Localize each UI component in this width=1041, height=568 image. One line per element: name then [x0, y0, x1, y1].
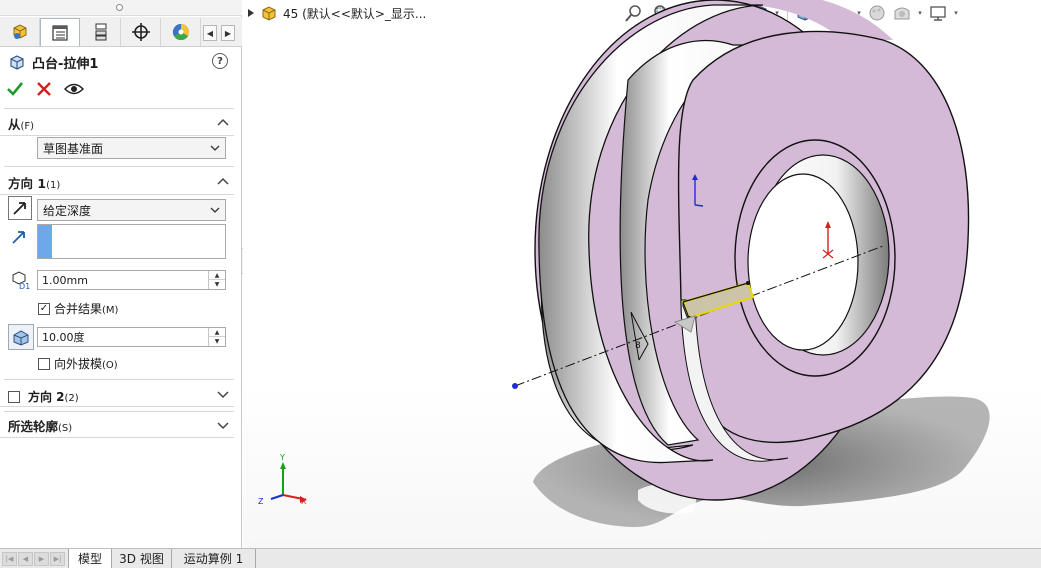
model-canvas[interactable]: 8 Y X Z — [243, 0, 1041, 548]
merge-result-checkbox[interactable]: ✓ 合并结果(M) — [38, 300, 118, 317]
reverse-direction-icon — [13, 202, 26, 215]
svg-text:8: 8 — [635, 341, 641, 351]
svg-text:D1: D1 — [19, 282, 30, 290]
end-condition-select[interactable]: 给定深度 — [37, 199, 226, 221]
chevron-down-icon — [210, 207, 220, 213]
property-manager-tab[interactable] — [40, 18, 80, 46]
triad-y-label: Y — [279, 453, 285, 462]
selected-contours-section-header[interactable]: 所选轮廓(S) — [0, 414, 234, 438]
manager-tabs: ◀ ▶ — [0, 17, 242, 47]
collapse-chevron-icon[interactable] — [216, 116, 230, 130]
boss-extrude-icon — [10, 55, 24, 70]
triad-x-label: X — [301, 497, 307, 506]
color-wheel-icon — [172, 23, 189, 41]
dimxpert-manager-tab[interactable] — [121, 18, 161, 46]
display-manager-tab[interactable] — [161, 18, 201, 46]
feature-name: 凸台-拉伸1 — [32, 56, 99, 72]
collapse-chevron-icon[interactable] — [216, 175, 230, 189]
center-bore — [734, 139, 896, 377]
expand-chevron-icon[interactable] — [216, 418, 230, 432]
feature-title: 凸台-拉伸1 — [8, 52, 98, 72]
start-condition-select[interactable]: 草图基准面 — [37, 137, 226, 159]
expand-chevron-icon[interactable] — [216, 387, 230, 401]
property-manager-panel: ◀ ▶ 凸台-拉伸1 ? 从(F) 草图基准面 方向 1(1) 给定深度 D1 … — [0, 0, 242, 548]
checkbox-check-icon: ✓ — [38, 302, 50, 315]
ok-checkmark-icon[interactable] — [6, 80, 24, 98]
depth-dimension-icon: D1 — [12, 271, 30, 290]
tab-first-button[interactable]: |◀ — [2, 552, 17, 566]
tab-prev-button[interactable]: ◀ — [18, 552, 33, 566]
cancel-x-icon[interactable] — [36, 81, 52, 97]
tab-scroll-right[interactable]: ▶ — [221, 25, 235, 41]
direction-vector-selection-box[interactable] — [37, 224, 226, 259]
configuration-manager-tab[interactable] — [81, 18, 121, 46]
configuration-icon — [95, 23, 106, 41]
from-section-header[interactable]: 从(F) — [0, 112, 234, 136]
property-list-icon — [52, 24, 68, 41]
coordinate-triad: Y X Z — [258, 453, 307, 506]
tab-next-button[interactable]: ▶ — [34, 552, 49, 566]
axis-endpoint — [512, 383, 518, 389]
tab-model[interactable]: 模型 — [68, 549, 112, 568]
direction2-section-header[interactable]: 方向 2(2) — [0, 383, 234, 407]
direction2-checkbox[interactable]: 方向 2(2) — [8, 388, 79, 405]
help-button[interactable]: ? — [212, 53, 228, 69]
crosshair-icon — [131, 23, 150, 41]
panel-grip[interactable] — [0, 0, 242, 16]
solidworks-window: ◀ ▶ 凸台-拉伸1 ? 从(F) 草图基准面 方向 1(1) 给定深度 D1 … — [0, 0, 1041, 568]
depth-spinner[interactable]: ▲ ▼ — [208, 271, 225, 289]
action-buttons — [6, 80, 84, 98]
draft-icon — [13, 330, 29, 346]
draft-angle-spinner[interactable]: ▲ ▼ — [208, 328, 225, 346]
bottom-tab-bar: |◀ ◀ ▶ ▶| 模型 3D 视图 运动算例 1 — [0, 548, 1041, 568]
draft-toggle-button[interactable] — [8, 324, 34, 350]
tab-motion-study[interactable]: 运动算例 1 — [172, 549, 256, 568]
triad-z-label: Z — [258, 497, 264, 506]
draft-outward-checkbox[interactable]: 向外拔模(O) — [38, 355, 118, 372]
graphics-area[interactable]: 45 (默认<<默认>_显示... A ▾ — [243, 0, 1041, 548]
chevron-down-icon — [210, 145, 220, 151]
reverse-direction-button[interactable] — [8, 196, 32, 220]
tab-scroll-left[interactable]: ◀ — [203, 25, 217, 41]
depth-input[interactable]: 1.00mm ▲ ▼ — [37, 270, 226, 290]
tab-last-button[interactable]: ▶| — [50, 552, 65, 566]
feature-tree-icon — [13, 24, 26, 39]
tab-3d-view[interactable]: 3D 视图 — [112, 549, 172, 568]
draft-angle-input[interactable]: 10.00度 ▲ ▼ — [37, 327, 226, 347]
feature-manager-tab[interactable] — [0, 18, 40, 46]
preview-eye-icon[interactable] — [64, 82, 84, 96]
direction1-section-header[interactable]: 方向 1(1) — [0, 171, 234, 195]
direction-vector-icon — [12, 231, 25, 244]
